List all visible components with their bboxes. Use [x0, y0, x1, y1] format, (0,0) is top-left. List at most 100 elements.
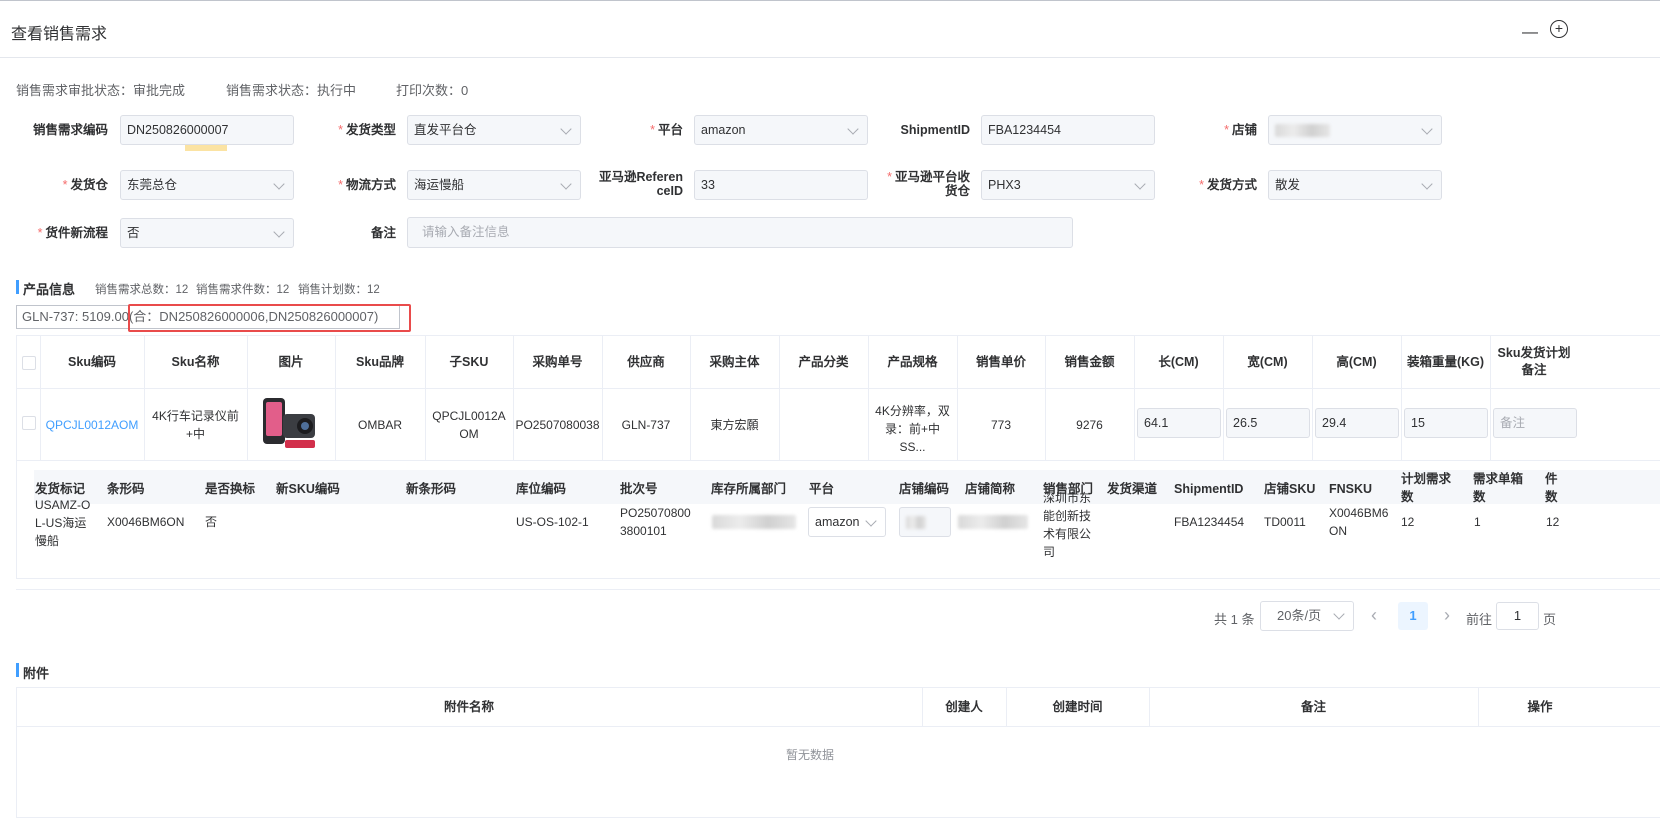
shop-sku: TD0011	[1264, 515, 1306, 529]
col-header: 采购单号	[532, 354, 583, 369]
col-header: Sku品牌	[356, 354, 404, 369]
chevron-down-icon	[273, 178, 285, 190]
category	[779, 389, 868, 460]
sub-col-header: FNSKU	[1329, 482, 1373, 496]
batch-number: PO250708003800101	[620, 506, 691, 538]
supplier: GLN-737	[621, 417, 671, 432]
barcode: X0046BM6ON	[107, 515, 185, 529]
prev-page-icon[interactable]: ‹	[1371, 605, 1377, 626]
attachment-header-divider	[16, 726, 1660, 727]
table-row-divider	[16, 460, 1660, 461]
att-col-header: 创建时间	[1052, 699, 1103, 714]
chevron-down-icon	[1134, 178, 1146, 190]
brand: OMBAR	[357, 417, 402, 432]
fnsku: X0046BM6ON	[1329, 506, 1389, 538]
width-field[interactable]: 26.5	[1226, 408, 1310, 438]
header-divider	[0, 57, 1660, 58]
approval-status: 销售需求审批状态：审批完成	[16, 83, 186, 98]
demand-code-label: 销售需求编码	[32, 123, 108, 137]
page-1[interactable]: 1	[1398, 602, 1428, 630]
spec: 4K分辨率，双录：前+中 SS...	[875, 403, 950, 454]
maximize-icon[interactable]: +	[1550, 20, 1568, 38]
sub-col-header: 新SKU编码	[276, 482, 340, 496]
chevron-down-icon	[1421, 123, 1433, 135]
window-top-border	[0, 0, 1660, 1]
shop-select[interactable]	[1268, 115, 1442, 145]
page-size-select[interactable]: 20条/页	[1260, 601, 1354, 631]
unit-price: 773	[990, 417, 1012, 432]
amazon-warehouse-label: * 亚马逊平台收 货仓	[887, 170, 970, 198]
select-all-checkbox[interactable]	[22, 356, 36, 370]
col-header: 产品分类	[798, 354, 849, 369]
height-field[interactable]: 29.4	[1315, 408, 1399, 438]
sku-remark-field[interactable]: 备注	[1493, 408, 1577, 438]
sub-col-header: 批次号	[620, 482, 658, 496]
col-header: 装箱重量(KG)	[1406, 354, 1485, 369]
location-code: US-OS-102-1	[516, 515, 589, 529]
row-checkbox[interactable]	[22, 416, 36, 430]
remark-textarea[interactable]: 请输入备注信息	[407, 217, 1073, 248]
amazon-warehouse-select[interactable]: PHX3	[981, 170, 1155, 200]
product-section-title: 产品信息	[23, 282, 76, 297]
sub-col-header: 库位编码	[516, 482, 567, 496]
demand-code-field[interactable]: DN250826000007	[120, 115, 294, 145]
platform-label: * 平台	[650, 123, 683, 137]
chevron-down-icon	[847, 123, 859, 135]
sub-col-header: 店铺SKU	[1264, 482, 1316, 496]
new-flow-label: * 货件新流程	[37, 226, 108, 240]
redacted-shop	[1275, 124, 1330, 137]
sub-col-header: 新条形码	[406, 482, 457, 496]
logistics-select[interactable]: 海运慢船	[407, 170, 581, 200]
sub-platform-select[interactable]: amazon	[808, 507, 886, 537]
col-header: 高(CM)	[1336, 354, 1377, 369]
chevron-down-icon	[1333, 608, 1345, 620]
redacted-shop-name	[958, 515, 1028, 529]
minimize-icon[interactable]: —	[1522, 24, 1538, 42]
piece-count: 12	[1546, 515, 1560, 529]
col-header: 产品规格	[887, 354, 938, 369]
pieces-count: 销售需求件数：12	[196, 284, 290, 296]
amazon-ref-field[interactable]: 33	[694, 170, 868, 200]
col-header: 销售单价	[975, 354, 1026, 369]
shipment-id-field[interactable]: FBA1234454	[981, 115, 1155, 145]
platform-select[interactable]: amazon	[694, 115, 868, 145]
amazon-ref-label: 亚马逊Referen ceID	[598, 170, 683, 198]
col-header: 采购主体	[709, 354, 760, 369]
goto-label: 前往	[1466, 612, 1493, 627]
sub-col-header: 平台	[809, 482, 835, 496]
weight-field[interactable]: 15	[1404, 408, 1488, 438]
att-col-header: 操作	[1527, 699, 1553, 714]
new-flow-select[interactable]: 否	[120, 218, 294, 248]
redacted-shop-code	[906, 516, 926, 529]
ship-type-select[interactable]: 直发平台仓	[407, 115, 581, 145]
goto-page-input[interactable]: 1	[1496, 602, 1539, 630]
ship-method-select[interactable]: 散发	[1268, 170, 1442, 200]
sub-col-header: 店铺简称	[965, 482, 1016, 496]
demand-status: 销售需求状态：执行中	[226, 83, 357, 98]
plan-count: 销售计划数：12	[298, 284, 380, 296]
col-header: 供应商	[627, 354, 665, 369]
col-header: 子SKU	[449, 354, 489, 369]
warehouse-select[interactable]: 东莞总仓	[120, 170, 294, 200]
col-header: Sku编码	[68, 354, 116, 369]
remark-label: 备注	[370, 226, 396, 240]
shop-code-field[interactable]	[899, 507, 951, 537]
length-field[interactable]: 64.1	[1137, 408, 1221, 438]
pager-total: 共 1 条	[1214, 612, 1255, 627]
sub-col-header: 是否换标	[205, 482, 256, 496]
sku-name: 4K行车记录仪前+中	[152, 408, 239, 441]
plan-qty: 12	[1401, 515, 1415, 529]
redacted-department	[712, 515, 796, 529]
dialog-title: 查看销售需求	[11, 26, 108, 43]
sub-col-header: 件数	[1545, 472, 1558, 504]
product-image[interactable]	[261, 396, 319, 452]
highlight-box	[128, 304, 411, 332]
chevron-down-icon	[560, 178, 572, 190]
shop-label: * 店铺	[1224, 123, 1257, 137]
child-sku: QPCJL0012AOM	[432, 408, 506, 441]
col-header: 图片	[278, 354, 304, 369]
sku-code-link[interactable]: QPCJL0012AOM	[40, 389, 144, 460]
next-page-icon[interactable]: ›	[1444, 605, 1450, 626]
col-header: Sku名称	[171, 354, 220, 369]
shipment-id-label: ShipmentID	[900, 123, 970, 137]
